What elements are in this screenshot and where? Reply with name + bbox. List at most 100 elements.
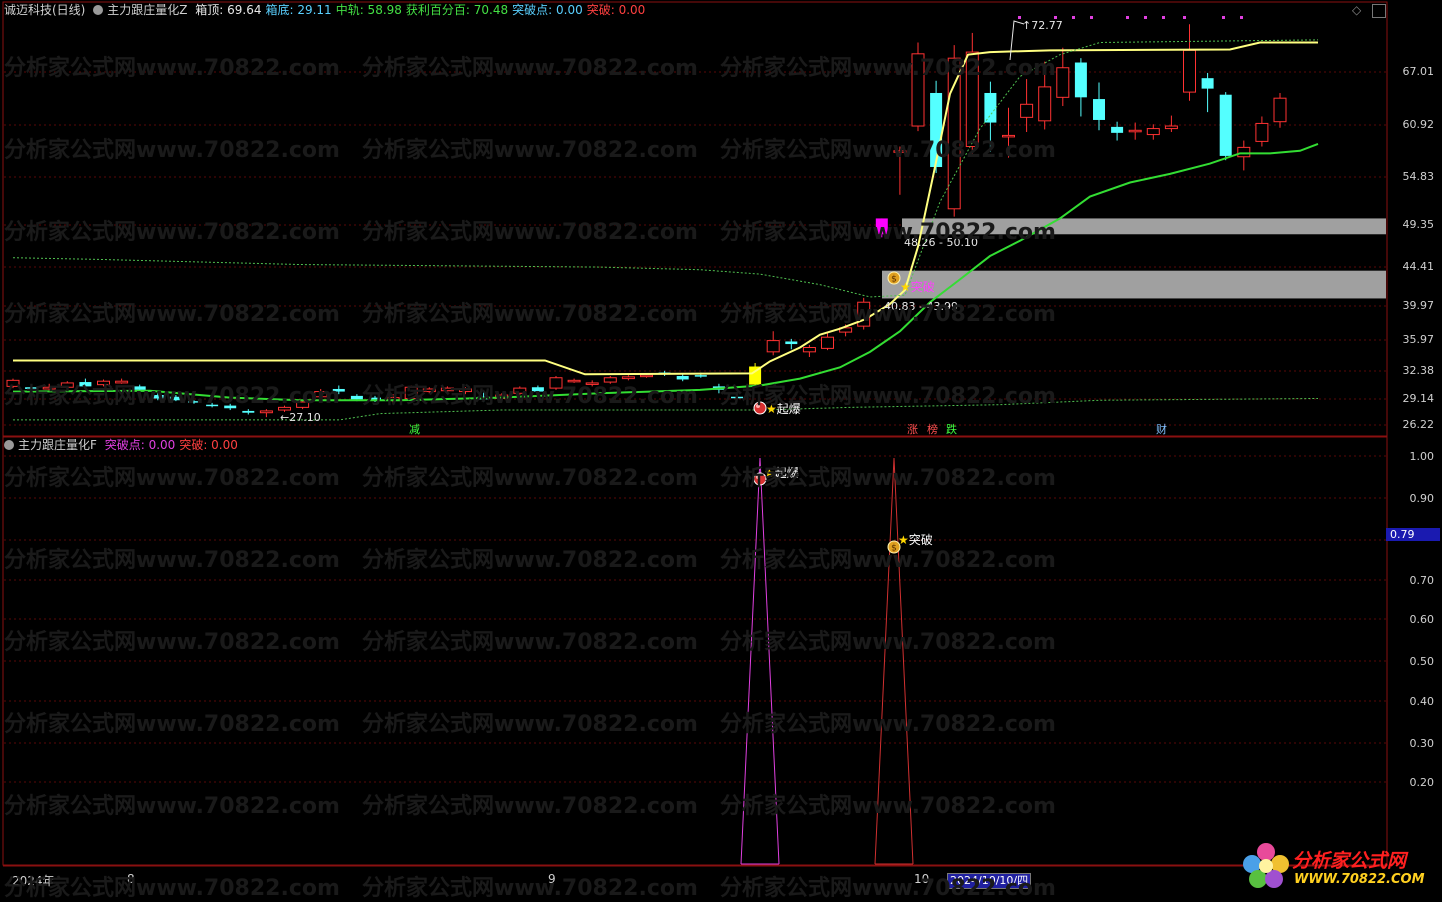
diamond-icon[interactable]: ◇: [1352, 3, 1361, 17]
candle-body: [585, 382, 599, 385]
y-axis-label-main: 32.38: [1402, 364, 1435, 377]
candle-body: [169, 396, 182, 401]
y-axis-label-sub: 0.40: [1409, 695, 1435, 708]
candle-body: [42, 386, 56, 390]
candle-body: [1237, 146, 1251, 158]
y-axis-label-main: 60.92: [1402, 118, 1435, 131]
y-axis-label-main: 49.35: [1402, 218, 1435, 231]
stock-name[interactable]: 诚迈科技(日线): [4, 3, 85, 17]
candle-body: [188, 401, 200, 403]
indicator-toggle-icon[interactable]: [93, 5, 104, 15]
sub-indicator-header: 主力跟庄量化F 突破点: 0.00 突破: 0.00: [4, 436, 246, 454]
sub-indicator-toggle-icon[interactable]: [4, 440, 14, 450]
candle-body: [1038, 86, 1052, 122]
x-label-year: 2024年: [12, 874, 55, 888]
x-label-oct: 10: [914, 872, 930, 886]
tupo-marker-sub-glyph: $: [891, 544, 897, 554]
main-header-item-0: 箱顶: 69.64: [195, 3, 262, 17]
resistance-box-lower: [882, 270, 1386, 299]
candle-body: [857, 301, 871, 327]
candle-body: [115, 380, 129, 384]
logo-title: 分析家公式网: [1292, 850, 1407, 872]
main-header-item-2: 中轨: 58.98: [335, 3, 402, 17]
candle-body: [1273, 97, 1287, 123]
candle-body: [621, 376, 635, 380]
y-axis-label-main: 44.41: [1402, 260, 1435, 273]
candle-body: [1074, 62, 1087, 98]
candle-body: [947, 57, 961, 210]
qibao-marker-main: [753, 401, 767, 415]
candle-body: [350, 395, 363, 400]
event-tag-bang[interactable]: 榜: [927, 421, 938, 437]
tupo-label-sub: ★突破: [898, 533, 933, 547]
y-axis-label-sub: 0.70: [1409, 574, 1435, 587]
y-axis-label-main: 29.14: [1402, 392, 1435, 405]
event-tag-die[interactable]: 跌: [946, 421, 957, 437]
candle-body: [640, 374, 653, 378]
candle-body: [422, 388, 436, 393]
qibao-marker-main-shine: [756, 404, 760, 408]
candle-body: [1219, 94, 1232, 156]
candle-body: [766, 340, 780, 353]
candle-body: [79, 382, 92, 387]
candle-body: [459, 388, 472, 393]
main-header-item-3: 获利百分百: 70.48: [405, 3, 509, 17]
candle-body: [1093, 99, 1105, 120]
y-axis-label-main: 26.22: [1402, 418, 1435, 431]
candle-body: [1002, 134, 1015, 138]
candle-body: [440, 387, 454, 392]
indicator-name[interactable]: 主力跟庄量化Z: [107, 3, 187, 17]
signal-dot: [1162, 16, 1165, 19]
signal-dot: [1183, 16, 1186, 19]
y-axis-label-sub: 0.90: [1409, 492, 1435, 505]
qibao-label-main: ★起爆: [766, 402, 801, 416]
signal-dot: [1222, 16, 1225, 19]
y-axis-label-sub: 0.20: [1409, 776, 1435, 789]
sub-indicator-values: 突破点: 0.00 突破: 0.00: [105, 438, 242, 452]
event-tag-zhang[interactable]: 涨: [907, 421, 918, 437]
candle-body: [60, 382, 74, 388]
candle-body: [1020, 103, 1034, 118]
x-label-aug: 8: [127, 872, 135, 886]
candle-body: [965, 51, 979, 148]
event-tag-jian[interactable]: 减: [409, 421, 420, 437]
y-axis-label-main: 35.97: [1402, 333, 1435, 346]
candle-body: [1146, 128, 1160, 136]
yellow-trend-line: [13, 41, 1318, 376]
main-header-item-1: 箱底: 29.11: [265, 3, 332, 17]
lower-band-dotted: [13, 397, 1319, 421]
candle-body: [25, 387, 38, 389]
candle-body: [332, 388, 345, 392]
logo-url: WWW.70822.COM: [1294, 872, 1425, 887]
candle-body: [206, 404, 219, 407]
candle-body: [404, 386, 418, 399]
y-axis-label-main: 67.01: [1402, 65, 1435, 78]
candle-body: [531, 387, 544, 392]
candle-body: [694, 375, 707, 377]
candle-body: [1164, 125, 1178, 130]
candle-body: [1128, 129, 1142, 133]
candle-body: [151, 395, 164, 399]
candle-body: [513, 387, 527, 394]
x-label-sep: 9: [548, 872, 556, 886]
signal-dot: [1240, 16, 1243, 19]
candle-body: [296, 401, 310, 408]
selected-date[interactable]: 2024/10/10/四: [947, 873, 1032, 889]
candle-body: [1255, 122, 1269, 142]
sub-panel-border: [2, 436, 1388, 866]
resistance-box-upper: [902, 218, 1386, 235]
sub-indicator-name[interactable]: 主力跟庄量化F: [18, 438, 97, 452]
candle-body: [930, 92, 943, 168]
event-tag-cai[interactable]: 财: [1156, 421, 1167, 437]
sub-header-item-1: 突破: 0.00: [179, 438, 238, 452]
candle-body: [731, 396, 743, 399]
candle-body: [911, 53, 925, 127]
candle-body: [97, 380, 110, 386]
candle-body: [278, 406, 291, 411]
candle-body: [6, 379, 20, 387]
candle-body: [567, 379, 581, 383]
candle-body: [802, 347, 816, 353]
candle-body: [224, 405, 237, 409]
maximize-icon[interactable]: [1372, 4, 1386, 18]
y-axis-label-sub: 0.30: [1409, 737, 1435, 750]
